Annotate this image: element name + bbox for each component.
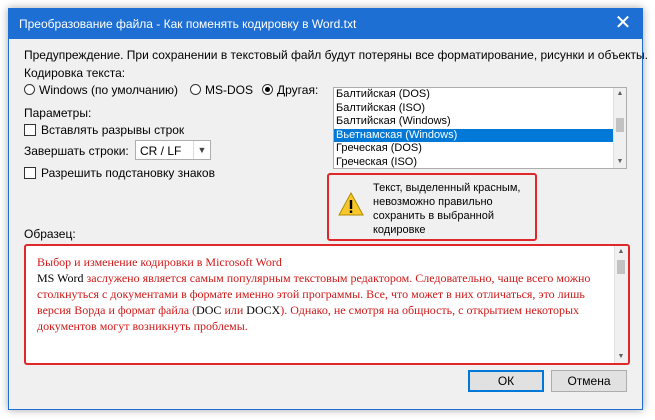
sample-paragraph: MS Word заслужено является самым популяр… bbox=[37, 271, 591, 333]
scroll-thumb[interactable] bbox=[616, 118, 624, 132]
end-lines-value: CR / LF bbox=[140, 144, 182, 158]
encoding-warning-box: Текст, выделенный красным, невозможно пр… bbox=[327, 173, 537, 241]
radio-other[interactable]: Другая: bbox=[262, 83, 318, 97]
allow-subst-checkbox[interactable]: Разрешить подстановку знаков bbox=[24, 166, 215, 180]
ok-button[interactable]: ОК bbox=[468, 370, 544, 392]
cancel-button[interactable]: Отмена bbox=[551, 370, 627, 392]
radio-msdos-label: MS-DOS bbox=[205, 83, 253, 97]
radio-ms-dos[interactable]: MS-DOS bbox=[190, 83, 253, 97]
chevron-down-icon[interactable]: ▼ bbox=[193, 141, 210, 159]
file-conversion-dialog: Преобразование файла - Как поменять коди… bbox=[8, 8, 648, 410]
encoding-label: Кодировка текста: bbox=[24, 66, 126, 80]
warning-text: Текст, выделенный красным, невозможно пр… bbox=[373, 182, 521, 236]
sample-line-1: Выбор и изменение кодировки в Microsoft … bbox=[37, 255, 282, 269]
scroll-down-icon[interactable]: ▼ bbox=[615, 351, 627, 363]
encoding-listbox[interactable]: Балтийская (DOS) Балтийская (ISO) Балтий… bbox=[333, 87, 627, 169]
listbox-scrollbar[interactable]: ▲ ▼ bbox=[613, 88, 626, 168]
scroll-up-icon[interactable]: ▲ bbox=[615, 246, 627, 258]
sample-label: Образец: bbox=[24, 227, 76, 241]
radio-circle[interactable] bbox=[190, 84, 201, 95]
list-item[interactable]: Балтийская (Windows) bbox=[334, 115, 626, 129]
radio-windows-label: Windows (по умолчанию) bbox=[39, 83, 179, 97]
warning-icon bbox=[338, 192, 364, 216]
radio-windows-default[interactable]: Windows (по умолчанию) bbox=[24, 83, 178, 97]
checkbox-box[interactable] bbox=[24, 167, 36, 179]
list-item[interactable]: Греческая (DOS) bbox=[334, 142, 626, 156]
radio-other-label: Другая: bbox=[277, 83, 319, 97]
preview-scrollbar[interactable]: ▲ ▼ bbox=[614, 246, 628, 363]
allow-subst-label: Разрешить подстановку знаков bbox=[41, 166, 215, 180]
end-lines-select[interactable]: CR / LF ▼ bbox=[135, 140, 211, 160]
params-label: Параметры: bbox=[24, 106, 92, 120]
window-title: Преобразование файла - Как поменять коди… bbox=[19, 17, 357, 31]
warning-line: Предупреждение. При сохранении в текстов… bbox=[24, 48, 648, 62]
list-item[interactable]: Балтийская (ISO) bbox=[334, 102, 626, 116]
radio-circle[interactable] bbox=[24, 84, 35, 95]
insert-breaks-label: Вставлять разрывы строк bbox=[41, 123, 185, 137]
checkbox-box[interactable] bbox=[24, 124, 36, 136]
insert-breaks-checkbox[interactable]: Вставлять разрывы строк bbox=[24, 123, 184, 137]
scroll-up-icon[interactable]: ▲ bbox=[614, 88, 626, 100]
list-item[interactable]: Греческая (ISO) bbox=[334, 156, 626, 168]
list-item[interactable]: Балтийская (DOS) bbox=[334, 88, 626, 102]
radio-circle-selected[interactable] bbox=[262, 84, 273, 95]
title-bar: Преобразование файла - Как поменять коди… bbox=[9, 9, 642, 39]
close-icon[interactable]: ✕ bbox=[608, 11, 638, 37]
end-lines-label: Завершать строки: bbox=[24, 144, 129, 158]
scroll-down-icon[interactable]: ▼ bbox=[614, 156, 626, 168]
sample-text: Выбор и изменение кодировки в Microsoft … bbox=[37, 254, 602, 334]
list-item-selected[interactable]: Вьетнамская (Windows) bbox=[334, 128, 626, 143]
sample-preview[interactable]: Выбор и изменение кодировки в Microsoft … bbox=[24, 244, 630, 365]
scroll-thumb[interactable] bbox=[617, 260, 625, 274]
